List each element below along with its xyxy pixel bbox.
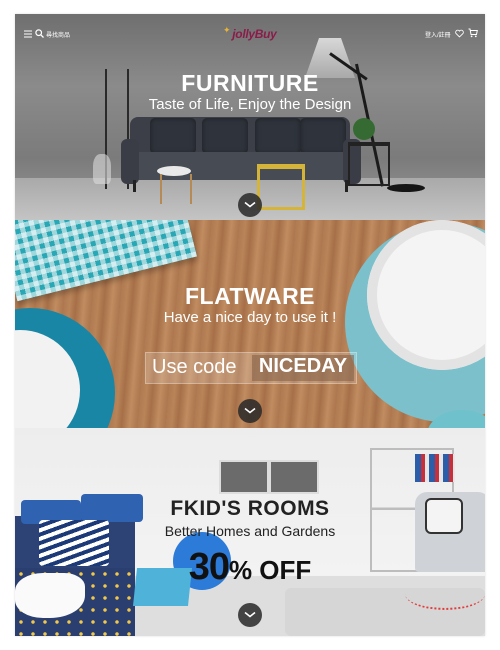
- banner-subtitle: Taste of Life, Enjoy the Design: [148, 96, 352, 113]
- decor-desk: [215, 460, 325, 496]
- chevron-down-icon: [244, 407, 256, 414]
- decor-cushion: [255, 118, 301, 154]
- banner-subtitle: Have a nice day to use it !: [163, 309, 337, 326]
- discount-suffix: % OFF: [228, 555, 312, 585]
- decor-yellow-stool: [257, 164, 305, 210]
- page-frame: 尋找商品 ✦ jollyBuy 登入/註冊 FURNITURE Taste of …: [15, 14, 485, 636]
- promo-code-prefix: Use code: [152, 356, 237, 378]
- decor-cushion: [300, 118, 346, 154]
- scroll-down-button[interactable]: [238, 193, 262, 217]
- decor-monitor: [269, 460, 319, 494]
- logo-text: jollyBuy: [232, 27, 277, 41]
- scroll-down-button[interactable]: [238, 603, 262, 627]
- decor-cushion: [202, 118, 248, 154]
- decor-lamp-base: [387, 184, 425, 192]
- decor-side-table: [348, 142, 390, 186]
- banner-title: FURNITURE: [181, 70, 319, 96]
- decor-plant: [353, 118, 375, 140]
- banner-kids-rooms[interactable]: FKID'S ROOMS Better Homes and Gardens 30…: [15, 428, 485, 636]
- promo-code-value: NICEDAY: [252, 355, 354, 381]
- decor-vase: [93, 154, 111, 184]
- banner-furniture[interactable]: 尋找商品 ✦ jollyBuy 登入/註冊 FURNITURE Taste of …: [15, 14, 485, 220]
- decor-stool-legs: [160, 174, 192, 204]
- chevron-down-icon: [244, 201, 256, 208]
- search-label[interactable]: 尋找商品: [46, 30, 70, 39]
- search-icon[interactable]: [35, 29, 44, 38]
- chevron-down-icon: [244, 611, 256, 618]
- heart-icon[interactable]: [455, 29, 464, 38]
- promo-code-box: Use code NICEDAY: [145, 352, 357, 384]
- scroll-down-button[interactable]: [238, 399, 262, 423]
- login-register-link[interactable]: 登入/註冊: [425, 30, 451, 39]
- decor-sofa-leg: [133, 180, 136, 192]
- menu-icon[interactable]: [24, 30, 32, 38]
- decor-monitor: [219, 460, 269, 494]
- banner-subtitle: Better Homes and Gardens: [164, 523, 336, 539]
- decor-sofa-arm: [121, 139, 139, 184]
- discount-number: 30: [188, 546, 230, 588]
- logo-mark-icon: ✦: [223, 25, 231, 35]
- decor-books: [415, 454, 455, 482]
- banner-flatware[interactable]: FLATWARE Have a nice day to use it ! Use…: [15, 220, 485, 428]
- logo[interactable]: ✦ jollyBuy: [223, 25, 277, 41]
- banner-title: FKID'S ROOMS: [170, 497, 330, 520]
- top-navigation: 尋找商品 ✦ jollyBuy 登入/註冊: [15, 14, 485, 58]
- banner-title: FLATWARE: [184, 283, 316, 309]
- decor-cushion: [150, 118, 196, 154]
- discount-offer: 30% OFF: [15, 546, 485, 589]
- cart-icon[interactable]: [468, 28, 478, 38]
